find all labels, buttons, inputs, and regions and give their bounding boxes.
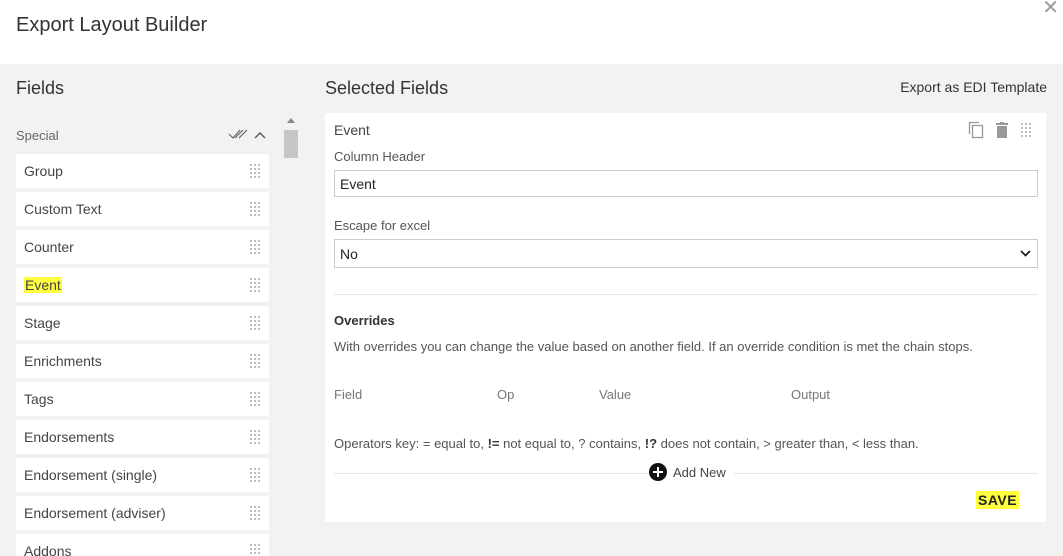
drag-handle-icon[interactable] bbox=[249, 467, 261, 483]
fields-panel: Fields Special Group Custom Text Counter… bbox=[0, 64, 300, 556]
collapse-chevron-up-icon[interactable] bbox=[254, 127, 266, 143]
field-item-endorsement-single[interactable]: Endorsement (single) bbox=[16, 458, 269, 492]
operators-key-neq-op: != bbox=[487, 436, 500, 451]
column-header-input[interactable]: Event bbox=[334, 170, 1038, 197]
scroll-thumb[interactable] bbox=[284, 130, 298, 158]
add-new-button[interactable]: Add New bbox=[649, 463, 734, 481]
section-divider bbox=[334, 294, 1038, 295]
dialog-title: Export Layout Builder bbox=[16, 14, 208, 36]
field-item-enrichments[interactable]: Enrichments bbox=[16, 344, 269, 378]
drag-handle-icon[interactable] bbox=[1020, 122, 1032, 138]
field-item-label: Endorsements bbox=[24, 429, 115, 445]
field-item-label: Group bbox=[24, 163, 63, 179]
drag-handle-icon[interactable] bbox=[249, 429, 261, 445]
field-item-counter[interactable]: Counter bbox=[16, 230, 269, 264]
overrides-title: Overrides bbox=[334, 313, 395, 328]
field-item-label: Stage bbox=[24, 315, 61, 331]
overrides-column-op: Op bbox=[497, 387, 515, 402]
drag-handle-icon[interactable] bbox=[249, 277, 261, 293]
escape-for-excel-select[interactable]: No bbox=[334, 239, 1038, 268]
selected-field-card: Event Column Header Event Escape for exc… bbox=[325, 113, 1046, 522]
chevron-down-icon bbox=[1020, 250, 1031, 257]
escape-for-excel-label: Escape for excel bbox=[334, 218, 431, 233]
export-layout-dialog: Export Layout Builder ✕ Fields Special G… bbox=[0, 0, 1063, 556]
export-edi-template-link[interactable]: Export as EDI Template bbox=[900, 79, 1047, 95]
copy-icon[interactable] bbox=[968, 121, 984, 139]
field-item-tags[interactable]: Tags bbox=[16, 382, 269, 416]
drag-handle-icon[interactable] bbox=[249, 315, 261, 331]
field-item-label: Endorsement (single) bbox=[24, 467, 158, 483]
field-item-group[interactable]: Group bbox=[16, 154, 269, 188]
overrides-column-output: Output bbox=[791, 387, 831, 402]
fields-panel-title: Fields bbox=[16, 78, 65, 98]
plus-circle-icon bbox=[649, 463, 667, 481]
drag-handle-icon[interactable] bbox=[249, 391, 261, 407]
column-header-label: Column Header bbox=[334, 149, 426, 164]
overrides-column-field: Field bbox=[334, 387, 363, 402]
operators-key-nc: does not contain, > greater than, < less… bbox=[657, 436, 919, 451]
field-item-label: Event bbox=[24, 277, 62, 293]
operators-key-neq: not equal to, ? contains, bbox=[499, 436, 645, 451]
field-item-label: Endorsement (adviser) bbox=[24, 505, 166, 521]
field-item-label: Custom Text bbox=[24, 201, 102, 217]
field-item-label: Tags bbox=[24, 391, 54, 407]
fields-scrollbar[interactable] bbox=[284, 118, 298, 556]
field-item-label: Enrichments bbox=[24, 353, 102, 369]
drag-handle-icon[interactable] bbox=[249, 201, 261, 217]
operators-key-nc-op: !? bbox=[644, 436, 658, 451]
field-item-endorsements[interactable]: Endorsements bbox=[16, 420, 269, 454]
field-list: Group Custom Text Counter Event Stage En… bbox=[16, 154, 269, 556]
drag-handle-icon[interactable] bbox=[249, 163, 261, 179]
column-header-value: Event bbox=[340, 176, 376, 192]
scroll-up-arrow-icon[interactable] bbox=[287, 118, 295, 123]
special-section-header: Special bbox=[16, 127, 270, 145]
save-button[interactable]: SAVE bbox=[976, 491, 1020, 509]
overrides-description: With overrides you can change the value … bbox=[334, 339, 973, 354]
operators-key-prefix: Operators key: = equal to, bbox=[334, 436, 488, 451]
selected-fields-panel: Selected Fields Export as EDI Template E… bbox=[300, 64, 1063, 556]
drag-handle-icon[interactable] bbox=[249, 239, 261, 255]
drag-handle-icon[interactable] bbox=[249, 543, 261, 556]
field-item-label: Addons bbox=[24, 543, 72, 556]
drag-handle-icon[interactable] bbox=[249, 353, 261, 369]
close-icon[interactable]: ✕ bbox=[1042, 0, 1059, 18]
field-item-custom-text[interactable]: Custom Text bbox=[16, 192, 269, 226]
add-new-label: Add New bbox=[673, 464, 726, 480]
field-item-event[interactable]: Event bbox=[16, 268, 269, 302]
trash-icon[interactable] bbox=[996, 122, 1008, 138]
selected-fields-title: Selected Fields bbox=[325, 78, 449, 98]
field-item-label: Counter bbox=[24, 239, 74, 255]
field-item-addons[interactable]: Addons bbox=[16, 534, 269, 556]
escape-for-excel-value: No bbox=[340, 246, 358, 262]
operators-key: Operators key: = equal to, != not equal … bbox=[334, 436, 919, 451]
card-title: Event bbox=[334, 122, 370, 138]
field-item-stage[interactable]: Stage bbox=[16, 306, 269, 340]
special-section-label: Special bbox=[16, 128, 59, 143]
drag-handle-icon[interactable] bbox=[249, 505, 261, 521]
overrides-column-value: Value bbox=[599, 387, 632, 402]
select-all-check-icon[interactable] bbox=[228, 127, 248, 143]
field-item-endorsement-adviser[interactable]: Endorsement (adviser) bbox=[16, 496, 269, 530]
